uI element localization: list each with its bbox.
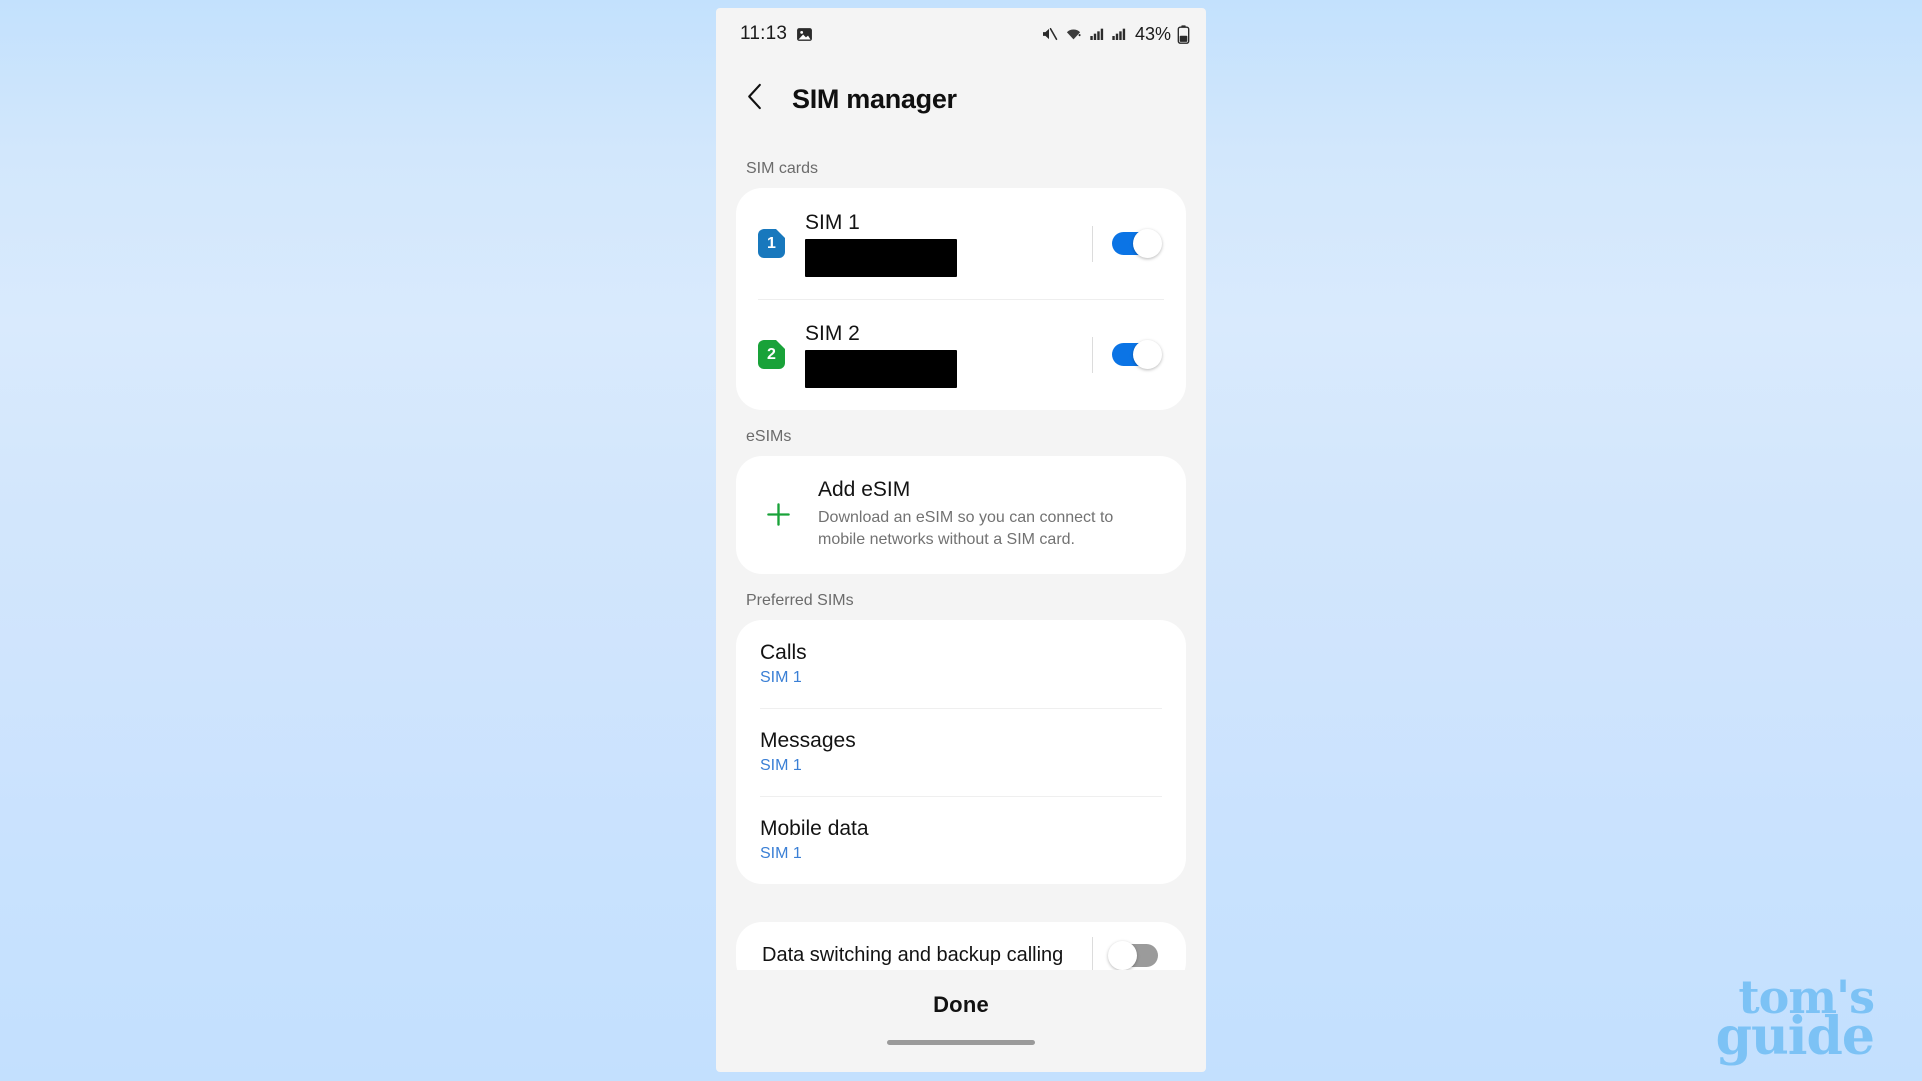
status-bar-clock: 11:13 xyxy=(740,23,788,44)
sim-1-toggle-knob xyxy=(1133,229,1162,258)
sim-1-toggle[interactable] xyxy=(1112,229,1162,258)
data-switching-divider xyxy=(1092,937,1093,970)
esims-card: Add eSIM Download an eSIM so you can con… xyxy=(736,456,1186,575)
plus-icon xyxy=(758,501,798,528)
watermark-line-2: guide xyxy=(1715,1006,1875,1068)
battery-icon xyxy=(1177,24,1190,44)
battery-percentage: 43% xyxy=(1134,23,1171,44)
data-switching-toggle-knob xyxy=(1108,940,1137,970)
done-button[interactable]: Done xyxy=(933,992,989,1018)
status-bar-left: 11:13 xyxy=(740,23,813,45)
data-switching-card[interactable]: Data switching and backup calling xyxy=(736,922,1186,970)
title-bar: SIM manager xyxy=(716,60,1206,138)
sim-2-info: SIM 2 xyxy=(805,321,1078,388)
sim-2-name: SIM 2 xyxy=(805,322,860,346)
sim-cards-card: 1 SIM 1 2 SIM 2 xyxy=(736,188,1186,410)
add-esim-description: Download an eSIM so you can connect to m… xyxy=(818,509,1114,548)
preferred-calls-title: Calls xyxy=(760,641,807,665)
sim-badge-2-number: 2 xyxy=(767,345,776,363)
preferred-row-messages[interactable]: Messages SIM 1 xyxy=(736,708,1186,796)
sim-1-name: SIM 1 xyxy=(805,211,860,235)
sim-1-number-redacted xyxy=(805,238,957,277)
sim-2-toggle-knob xyxy=(1133,340,1162,369)
add-esim-row[interactable]: Add eSIM Download an eSIM so you can con… xyxy=(736,456,1186,574)
preferred-mobile-data-title: Mobile data xyxy=(760,817,869,841)
sim-row-2[interactable]: 2 SIM 2 xyxy=(736,299,1186,410)
sim-1-info: SIM 1 xyxy=(805,210,1078,277)
back-button[interactable] xyxy=(742,83,768,115)
toms-guide-watermark: tom's guide xyxy=(1715,974,1875,1068)
sim-2-number-redacted xyxy=(805,349,957,388)
preferred-messages-title: Messages xyxy=(760,729,856,753)
home-indicator[interactable] xyxy=(887,1040,1035,1045)
sim-2-toggle[interactable] xyxy=(1112,340,1162,369)
sim-2-divider xyxy=(1092,336,1093,373)
status-bar: 11:13 43% xyxy=(716,8,1206,60)
page-title: SIM manager xyxy=(792,83,957,114)
section-header-preferred-sims: Preferred SIMs xyxy=(746,592,854,610)
add-esim-title: Add eSIM xyxy=(818,478,911,501)
done-bar: Done xyxy=(716,970,1206,1040)
preferred-mobile-data-value: SIM 1 xyxy=(760,845,802,863)
signal-1-icon xyxy=(1089,26,1105,42)
preferred-calls-value: SIM 1 xyxy=(760,669,802,687)
data-switching-label: Data switching and backup calling xyxy=(762,943,1064,966)
image-icon xyxy=(796,26,813,43)
sim-1-toggle-wrap xyxy=(1078,225,1164,262)
sim-badge-1-number: 1 xyxy=(767,234,776,252)
status-bar-right: 43% xyxy=(1040,24,1190,45)
sim-row-1[interactable]: 1 SIM 1 xyxy=(736,188,1186,299)
phone-screen: 11:13 43% SIM manager SIM cards 1 SIM 1 … xyxy=(716,8,1206,1072)
signal-2-icon xyxy=(1111,26,1127,42)
preferred-row-mobile-data[interactable]: Mobile data SIM 1 xyxy=(736,796,1186,884)
sim-badge-2: 2 xyxy=(758,340,785,369)
sim-badge-1: 1 xyxy=(758,229,785,258)
sim-1-divider xyxy=(1092,225,1093,262)
section-header-sim-cards: SIM cards xyxy=(746,160,819,177)
add-esim-texts: Add eSIM Download an eSIM so you can con… xyxy=(818,478,1164,550)
home-indicator-area xyxy=(716,1040,1206,1072)
preferred-sims-card: Calls SIM 1 Messages SIM 1 Mobile data S… xyxy=(736,620,1186,885)
chevron-left-icon xyxy=(747,83,763,115)
wifi-icon xyxy=(1064,25,1083,43)
data-switching-toggle[interactable] xyxy=(1108,940,1158,970)
section-header-esims: eSIMs xyxy=(746,428,792,445)
preferred-row-calls[interactable]: Calls SIM 1 xyxy=(736,620,1186,708)
sim-2-toggle-wrap xyxy=(1078,336,1164,373)
preferred-messages-value: SIM 1 xyxy=(760,757,802,775)
settings-content: SIM cards 1 SIM 1 2 SIM 2 eSIMs Add eSIM… xyxy=(716,138,1206,970)
mute-icon xyxy=(1040,25,1058,43)
